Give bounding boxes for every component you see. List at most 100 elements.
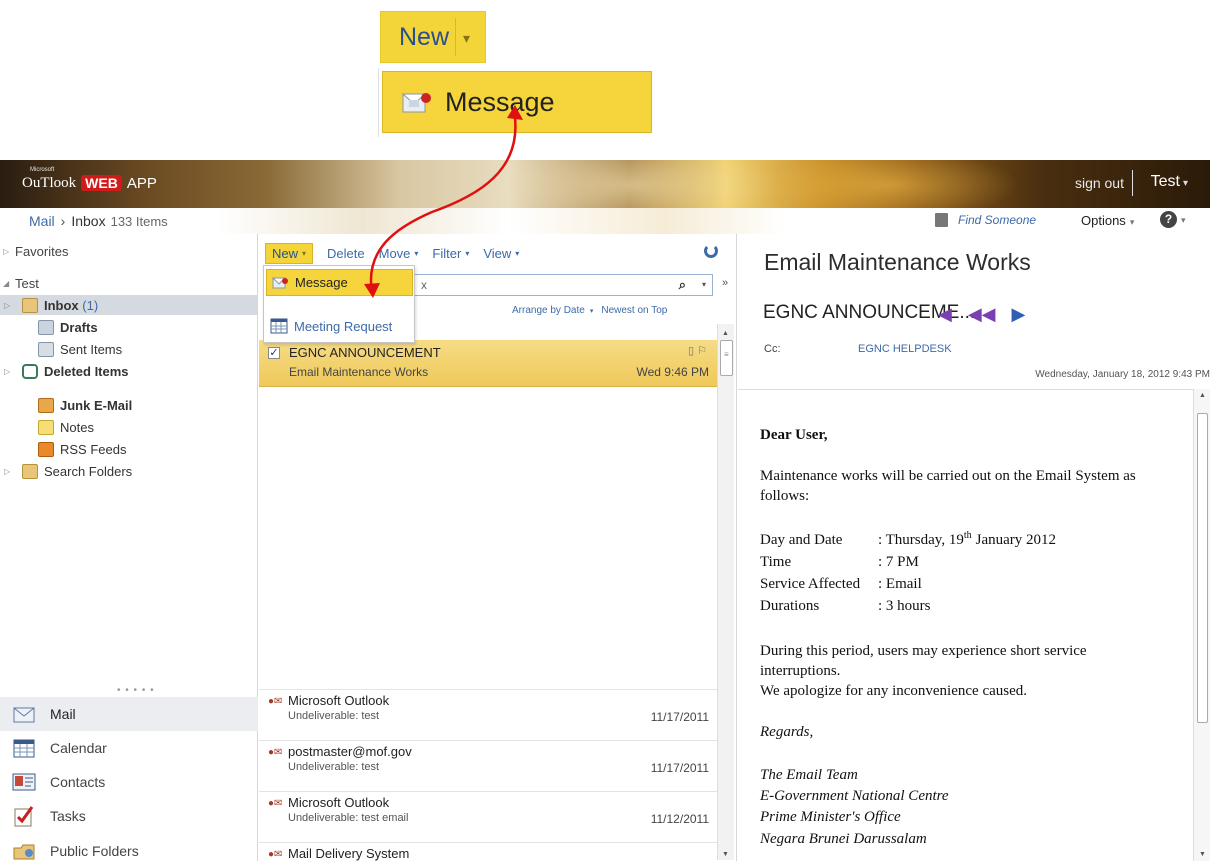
view-button[interactable]: View ▾: [483, 246, 519, 261]
expand-icon: ▷: [4, 366, 11, 376]
module-calendar[interactable]: Calendar: [0, 731, 258, 765]
message-subject: Undeliverable: test: [288, 710, 380, 722]
menu-item-message[interactable]: Message: [266, 269, 413, 296]
favorites-label: Favorites: [15, 243, 69, 259]
scroll-down-icon[interactable]: ▼: [722, 851, 729, 858]
filter-button[interactable]: Filter ▾: [432, 246, 469, 261]
delete-button[interactable]: Delete: [327, 246, 365, 261]
folder-notes[interactable]: Notes: [0, 417, 258, 437]
list-item[interactable]: ●✉ postmaster@mof.gov Undeliverable: tes…: [259, 740, 717, 775]
logo-app: APP: [126, 174, 157, 192]
options-menu[interactable]: Options ▾: [1081, 213, 1134, 228]
module-public-folders[interactable]: Public Folders: [0, 834, 258, 861]
undeliverable-icon: ●✉: [268, 798, 283, 809]
folder-search-folders[interactable]: ▷ Search Folders: [0, 461, 258, 481]
folder-label: Drafts: [60, 319, 98, 335]
user-menu[interactable]: Test ▾: [1151, 173, 1188, 191]
selected-message-row[interactable]: ✓ EGNC ANNOUNCEMENT Email Maintenance Wo…: [259, 340, 717, 387]
message-subject: Undeliverable: test email: [288, 812, 409, 824]
schedule-value: January 2012: [975, 532, 1057, 548]
menu-item-meeting-request[interactable]: Meeting Request: [266, 314, 413, 338]
signature-line: Negara Brunei Darussalam: [760, 831, 927, 847]
menu-item-label: Message: [295, 275, 348, 290]
move-button[interactable]: Move ▾: [379, 246, 419, 261]
chevron-down-icon[interactable]: ▾: [1181, 215, 1186, 226]
body-line: Maintenance works will be carried out on…: [760, 468, 1136, 484]
reply-icon[interactable]: ◀: [938, 304, 952, 325]
options-label: Options: [1081, 213, 1126, 228]
module-tasks[interactable]: Tasks: [0, 799, 258, 833]
newest-on-top[interactable]: Newest on Top: [601, 305, 667, 316]
schedule-label: Durations: [760, 598, 820, 614]
chevron-down-icon[interactable]: ▾: [463, 30, 470, 47]
account-label: Test: [15, 275, 39, 291]
message-subject: Undeliverable: test: [288, 761, 380, 773]
scroll-up-icon[interactable]: ▲: [1199, 392, 1206, 399]
recycle-bin-icon: [22, 363, 38, 379]
cc-label: Cc:: [764, 343, 781, 355]
inbox-folder-icon: [22, 297, 38, 313]
module-label: Tasks: [50, 808, 86, 824]
search-placeholder: x: [421, 278, 427, 292]
folder-inbox[interactable]: ▷ Inbox (1): [0, 295, 258, 315]
pane-resize-grip[interactable]: • • • • •: [117, 685, 155, 696]
logo-web: WEB: [81, 175, 122, 191]
chevron-down-icon: ▾: [465, 248, 470, 258]
module-contacts[interactable]: Contacts: [0, 765, 258, 799]
new-dropdown-menu: Message Meeting Request: [263, 265, 415, 343]
expand-search-icon[interactable]: »: [722, 277, 728, 289]
folder-drafts[interactable]: Drafts: [0, 317, 258, 337]
notes-icon: [38, 419, 54, 435]
find-someone[interactable]: Find Someone: [935, 213, 1036, 227]
chevron-down-icon[interactable]: ▾: [590, 308, 594, 315]
list-item[interactable]: ●✉ Mail Delivery System: [259, 842, 717, 861]
reading-scrollbar[interactable]: ▲ ▼: [1193, 389, 1210, 861]
message-date: 11/12/2011: [650, 812, 709, 826]
folder-junk[interactable]: Junk E-Mail: [0, 395, 258, 415]
list-item[interactable]: ●✉ Microsoft Outlook Undeliverable: test…: [259, 689, 717, 724]
refresh-icon[interactable]: [704, 244, 718, 258]
favorites-header[interactable]: ▷ Favorites: [3, 241, 261, 261]
module-mail[interactable]: Mail: [0, 697, 258, 731]
search-icon[interactable]: ⌕: [679, 277, 686, 293]
drafts-icon: [38, 319, 54, 335]
sign-out-link[interactable]: sign out: [1075, 175, 1124, 191]
folder-label: Notes: [60, 419, 94, 435]
body-line: interruptions.: [760, 663, 841, 679]
scroll-thumb[interactable]: ≡: [720, 340, 733, 376]
zoom-menu: Message: [378, 68, 653, 137]
scroll-thumb[interactable]: [1197, 413, 1208, 723]
help-icon[interactable]: ?: [1160, 211, 1177, 228]
message-sender: Microsoft Outlook: [288, 795, 390, 810]
scroll-down-icon[interactable]: ▼: [1199, 851, 1206, 858]
flag-icon[interactable]: ▯ ⚐: [688, 344, 707, 357]
module-label: Public Folders: [50, 843, 139, 859]
junk-mail-icon: [38, 397, 54, 413]
scroll-up-icon[interactable]: ▲: [722, 330, 729, 337]
cc-recipient[interactable]: EGNC HELPDESK: [858, 343, 952, 355]
expand-icon: ▷: [3, 246, 10, 256]
list-item[interactable]: ●✉ Microsoft Outlook Undeliverable: test…: [259, 791, 717, 826]
message-date: 11/17/2011: [650, 710, 709, 724]
sent-items-icon: [38, 341, 54, 357]
new-button[interactable]: New ▾: [265, 242, 314, 264]
module-label: Mail: [50, 706, 76, 722]
folder-deleted-items[interactable]: ▷ Deleted Items: [0, 361, 258, 381]
folder-rss-feeds[interactable]: RSS Feeds: [0, 439, 258, 459]
message-date: 11/17/2011: [650, 761, 709, 775]
reply-all-icon[interactable]: ◀◀: [968, 304, 996, 325]
folder-sent-items[interactable]: Sent Items: [0, 339, 258, 359]
zoom-message-item[interactable]: Message: [382, 71, 652, 133]
message-subject: Email Maintenance Works: [289, 365, 429, 379]
header-art: [480, 160, 780, 208]
list-scrollbar[interactable]: ▲ ≡ ▼: [717, 324, 734, 860]
move-label: Move: [378, 245, 411, 261]
message-date: Wed 9:46 PM: [636, 365, 709, 379]
breadcrumb-mail[interactable]: Mail: [29, 213, 55, 229]
select-checkbox[interactable]: ✓: [268, 347, 280, 359]
zoom-new-button[interactable]: New ▾: [380, 11, 486, 63]
forward-icon[interactable]: ▶: [1012, 304, 1026, 325]
chevron-down-icon[interactable]: ▾: [702, 280, 706, 289]
account-header[interactable]: ◢ Test: [3, 273, 261, 293]
arrange-by-date[interactable]: Arrange by Date: [512, 305, 585, 316]
